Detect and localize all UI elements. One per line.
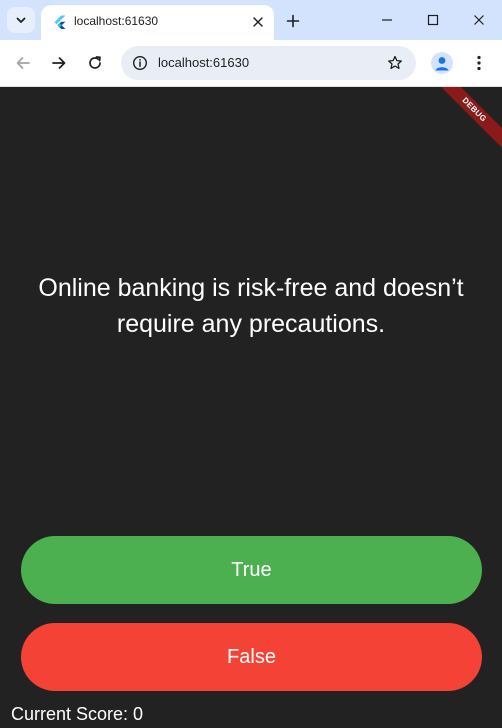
- flutter-icon: [54, 15, 66, 29]
- address-text: localhost:61630: [158, 55, 250, 70]
- close-icon: [253, 17, 263, 27]
- tab-title: localhost:61630: [74, 14, 159, 28]
- quiz-app: DEBUG Online banking is risk-free and do…: [0, 87, 502, 728]
- browser-menu-button[interactable]: [469, 52, 489, 74]
- maximize-icon: [427, 14, 439, 26]
- new-tab-button[interactable]: [282, 10, 304, 32]
- forward-button[interactable]: [47, 51, 71, 75]
- kebab-icon: [477, 55, 481, 71]
- site-info-button[interactable]: [131, 54, 149, 72]
- tab-search-button[interactable]: [7, 7, 35, 33]
- chevron-down-icon: [16, 17, 26, 23]
- browser-toolbar: localhost:61630: [0, 40, 502, 87]
- tab-close-button[interactable]: [250, 14, 266, 30]
- maximize-button[interactable]: [420, 8, 446, 32]
- debug-banner: DEBUG: [426, 87, 502, 158]
- profile-button[interactable]: [431, 52, 453, 74]
- minimize-button[interactable]: [374, 8, 400, 32]
- browser-window: localhost:61630 localhost:61630 DEBUG On…: [0, 0, 502, 728]
- close-window-button[interactable]: [466, 8, 492, 32]
- star-icon: [388, 55, 402, 70]
- question-text: Online banking is risk-free and doesn’t …: [38, 274, 464, 338]
- false-button[interactable]: False: [21, 623, 482, 691]
- person-icon: [435, 57, 449, 71]
- address-bar[interactable]: localhost:61630: [121, 46, 416, 80]
- info-icon: [132, 55, 148, 71]
- minimize-icon: [382, 19, 392, 21]
- reload-icon: [89, 56, 101, 69]
- plus-icon: [286, 14, 300, 28]
- browser-tab[interactable]: localhost:61630: [41, 5, 274, 40]
- back-button[interactable]: [11, 51, 35, 75]
- arrow-left-icon: [16, 57, 30, 69]
- bookmark-button[interactable]: [386, 54, 404, 72]
- tab-strip: localhost:61630: [0, 0, 502, 40]
- current-score: Current Score: 0: [11, 704, 144, 724]
- reload-button[interactable]: [83, 51, 107, 75]
- true-button[interactable]: True: [21, 536, 482, 604]
- arrow-right-icon: [52, 57, 66, 69]
- close-icon: [474, 15, 484, 25]
